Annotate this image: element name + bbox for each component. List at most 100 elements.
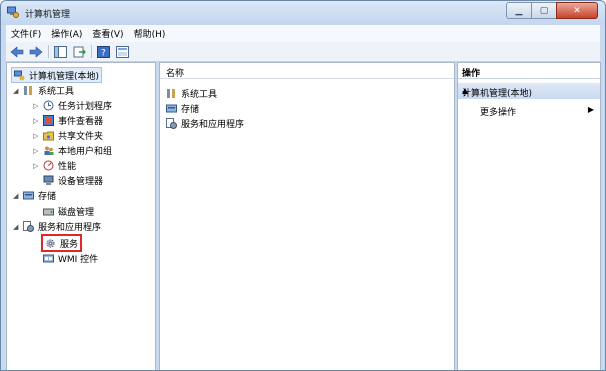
expand-arrow-icon[interactable]: ▷ [33,117,38,125]
submenu-arrow-icon: ▶ [587,105,594,114]
actions-header-label: 操作 [462,69,481,79]
toolbar: ? [6,42,600,62]
menu-help[interactable]: 帮助(H) [129,27,171,40]
expand-arrow-icon[interactable]: ▷ [33,147,38,155]
collapse-arrow-icon[interactable]: ◢ [13,87,18,95]
back-button[interactable] [9,45,25,59]
wmi-control-icon [43,254,54,262]
tree-item-disk-management[interactable]: 磁盘管理 [43,204,94,218]
close-icon: ✕ [573,5,581,16]
show-hide-tree-button[interactable] [52,45,68,59]
tree-item-local-users[interactable]: 本地用户和组 [43,143,112,157]
toolbar-separator [48,45,49,58]
list-item[interactable]: 系统工具 [166,86,217,100]
tools-icon [167,88,175,98]
window-controls: ▁ ▢ ✕ [506,2,598,19]
tree-label: 服务 [60,239,79,250]
list-item-label: 服务和应用程序 [181,119,245,130]
computer-management-icon [7,6,19,18]
column-header-label: 名称 [166,69,185,79]
actions-pane: 操作 计算机管理(本地) ▲ 更多操作 ▶ [457,62,601,370]
close-button[interactable]: ✕ [556,2,598,19]
tree-item-services[interactable]: 服务 [41,234,83,252]
window-title: 计算机管理 [25,10,71,20]
performance-icon [43,160,54,170]
tree-label: 任务计划程序 [58,101,113,112]
tree-label: 存储 [38,191,57,202]
clock-icon [43,100,54,110]
collapse-up-icon: ▲ [462,86,469,95]
tree-item-wmi[interactable]: WMI 控件 [43,251,98,265]
actions-header: 操作 [458,63,600,79]
tree-item-storage[interactable]: 存储 [23,188,56,202]
properties-button[interactable] [114,45,130,59]
help-icon: ? [96,45,110,58]
export-list-icon [73,46,86,57]
more-actions-label: 更多操作 [480,108,517,118]
services-apps-icon [23,220,34,232]
maximize-button[interactable]: ▢ [531,2,557,19]
tree-label: WMI 控件 [58,254,99,265]
content-list: 名称 系统工具 存储 服务和应用程序 [159,62,455,370]
expand-arrow-icon[interactable]: ▷ [33,162,38,170]
export-list-button[interactable] [71,45,87,59]
computer-management-icon [14,70,25,80]
minimize-button[interactable]: ▁ [506,2,532,19]
services-apps-icon [166,117,177,129]
menu-view[interactable]: 查看(V) [87,27,128,40]
disk-icon [43,208,54,215]
tree-item-shared-folders[interactable]: 共享文件夹 [43,128,103,142]
more-actions-item[interactable]: 更多操作 ▶ [480,105,600,119]
tree-item-device-manager[interactable]: 设备管理器 [43,173,103,187]
expand-arrow-icon[interactable]: ▷ [33,102,38,110]
tree-label: 系统工具 [38,86,75,97]
menu-file[interactable]: 文件(F) [6,27,46,40]
back-icon [10,45,24,58]
tree-label: 设备管理器 [58,176,104,187]
menu-bar: 文件(F) 操作(A) 查看(V) 帮助(H) [6,25,600,42]
gear-icon [46,238,55,248]
menu-action[interactable]: 操作(A) [46,27,87,40]
device-manager-icon [43,175,54,185]
column-header-name[interactable]: 名称 [160,63,454,79]
tree-label: 服务和应用程序 [38,222,102,233]
storage-icon [23,191,34,199]
help-button[interactable]: ? [95,45,111,59]
expand-arrow-icon[interactable]: ▷ [33,132,38,140]
window: 计算机管理 ▁ ▢ ✕ 文件(F) 操作(A) 查看(V) 帮助(H) ? 计算… [0,0,606,371]
tree-item-services-apps[interactable]: 服务和应用程序 [23,219,101,233]
tree-label: 性能 [58,161,77,172]
svg-text:?: ? [101,48,106,58]
collapse-arrow-icon[interactable]: ◢ [13,223,18,231]
users-icon [44,146,54,155]
tools-icon [24,85,32,95]
list-item[interactable]: 服务和应用程序 [166,116,244,130]
tree-label: 磁盘管理 [58,207,95,218]
tree-label: 计算机管理(本地) [29,71,100,82]
show-hide-tree-icon [53,45,67,58]
tree-item-performance[interactable]: 性能 [43,158,76,172]
forward-icon [29,45,43,58]
tree-item-system-tools[interactable]: 系统工具 [23,83,74,97]
tree-label: 本地用户和组 [58,146,113,157]
collapse-arrow-icon[interactable]: ◢ [13,192,18,200]
list-item-label: 存储 [181,104,200,115]
event-viewer-icon [43,114,54,126]
shared-folder-icon [43,131,54,140]
list-item[interactable]: 存储 [166,101,199,115]
storage-icon [166,104,177,112]
actions-section[interactable]: 计算机管理(本地) ▲ [458,83,600,99]
list-item-label: 系统工具 [181,89,218,100]
navigation-tree: 计算机管理(本地) ◢ 系统工具 ▷ 任务计划程序 ▷ 事件查看器 ▷ 共享文件… [6,62,156,370]
properties-icon [115,45,129,58]
minimize-icon: ▁ [515,5,523,16]
toolbar-separator [91,45,92,58]
title-bar: 计算机管理 ▁ ▢ ✕ [1,1,605,25]
tree-item-task-scheduler[interactable]: 任务计划程序 [43,98,112,112]
tree-label: 共享文件夹 [58,131,104,142]
tree-label: 事件查看器 [58,116,104,127]
tree-item-root[interactable]: 计算机管理(本地) [11,67,103,83]
tree-item-event-viewer[interactable]: 事件查看器 [43,113,103,127]
forward-button[interactable] [28,45,44,59]
maximize-icon: ▢ [539,5,549,16]
